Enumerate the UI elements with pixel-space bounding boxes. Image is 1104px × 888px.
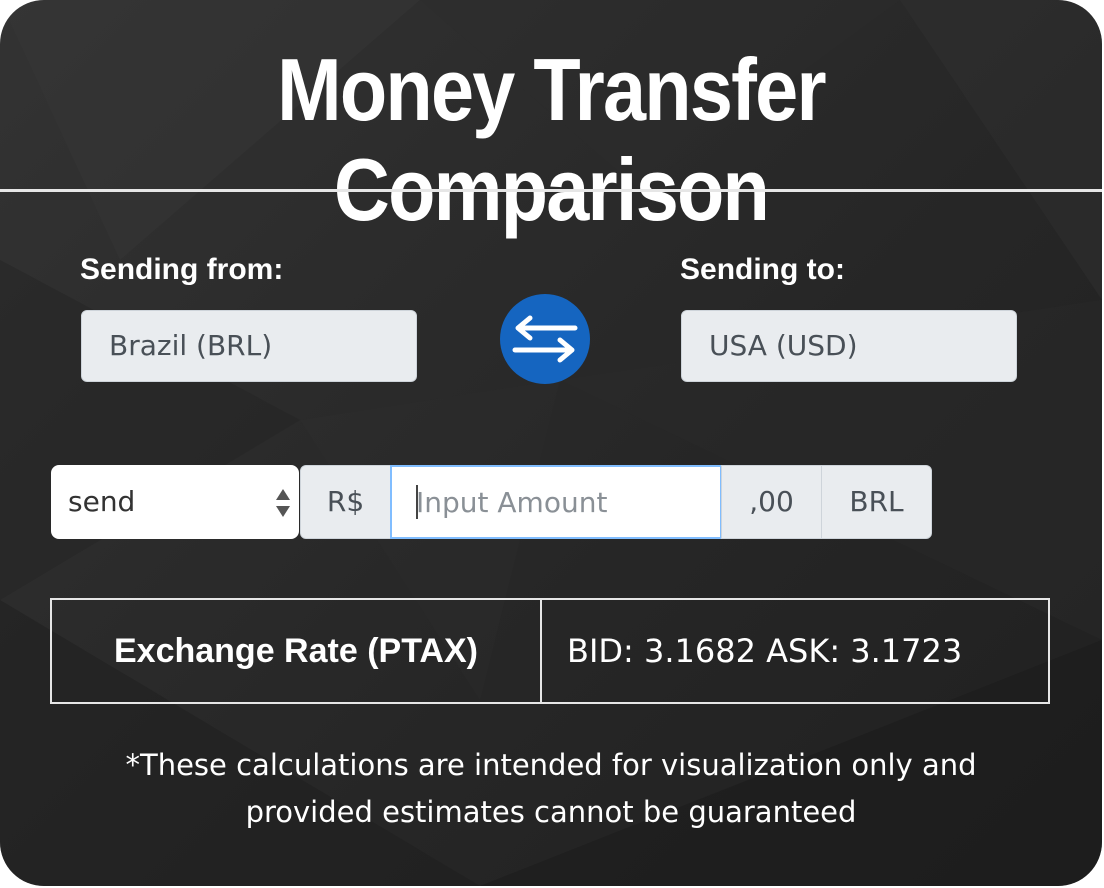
sending-to-field[interactable]: USA (USD) [681, 310, 1017, 382]
transfer-card: Money Transfer Comparison Sending from: … [0, 0, 1102, 886]
exchange-rate-value: BID: 3.1682 ASK: 3.1723 [567, 632, 963, 670]
page-title: Money Transfer Comparison [277, 40, 826, 239]
select-arrows-icon [276, 489, 290, 517]
sending-from-field[interactable]: Brazil (BRL) [81, 310, 417, 382]
sending-from-label: Sending from: [80, 253, 284, 286]
exchange-rate-table: Exchange Rate (PTAX) BID: 3.1682 ASK: 3.… [50, 598, 1050, 704]
text-cursor [416, 485, 418, 519]
swap-currencies-button[interactable] [500, 294, 590, 384]
transfer-mode-select[interactable]: send [51, 465, 299, 539]
transfer-mode-value: send [68, 485, 136, 518]
disclaimer-line-2: provided estimates cannot be guaranteed [245, 795, 857, 829]
amount-input[interactable] [390, 465, 722, 539]
table-divider [540, 600, 542, 702]
currency-symbol-addon: R$ [300, 465, 391, 539]
disclaimer-line-1: *These calculations are intended for vis… [125, 748, 977, 782]
sending-to-label: Sending to: [680, 253, 845, 286]
swap-arrows-icon [512, 315, 578, 363]
header-divider [0, 189, 1102, 192]
exchange-rate-label: Exchange Rate (PTAX) [113, 632, 478, 670]
disclaimer-text: *These calculations are intended for vis… [0, 742, 1102, 836]
currency-code-addon: BRL [821, 465, 932, 539]
decimals-addon: ,00 [721, 465, 822, 539]
